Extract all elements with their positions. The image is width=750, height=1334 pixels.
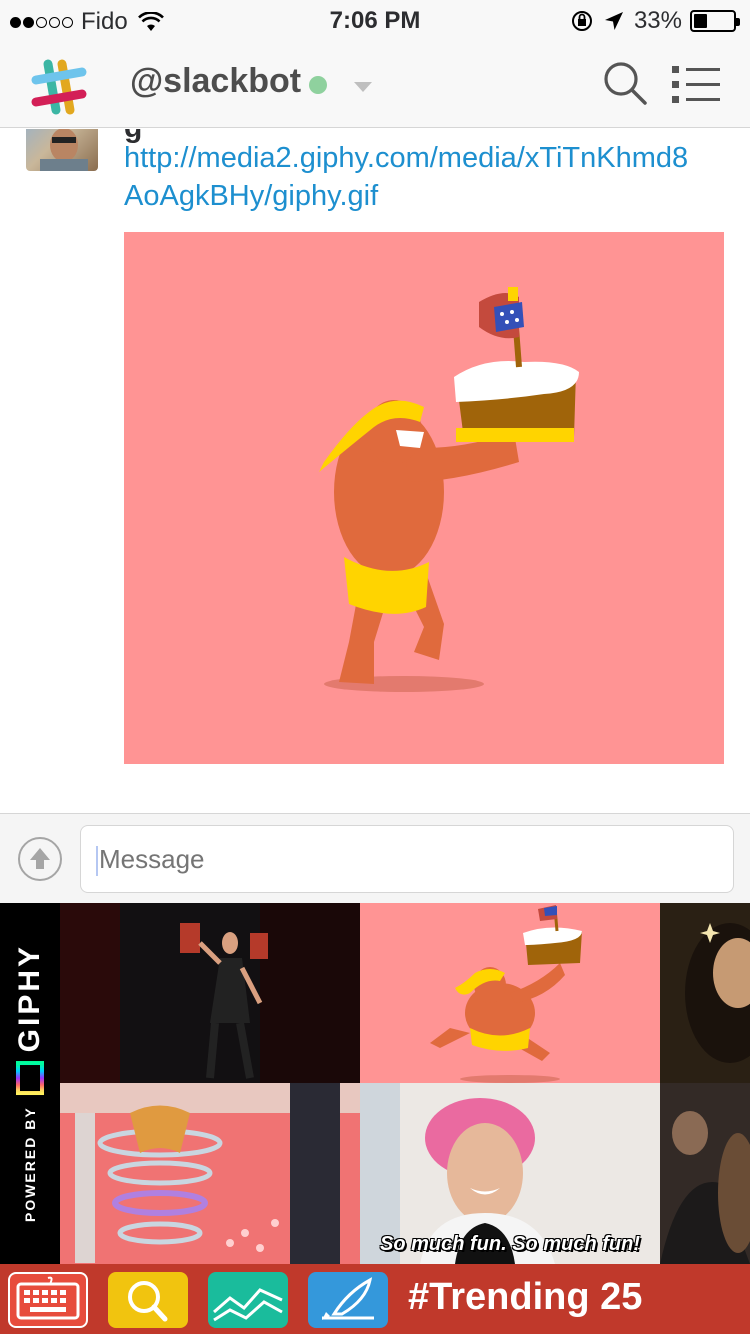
chevron-down-icon[interactable]: [354, 82, 372, 92]
text-cursor: [96, 846, 98, 876]
pink-hair-woman-gif[interactable]: So much fun. So much fun!: [360, 1083, 660, 1264]
keyboard-icon: [16, 1276, 80, 1320]
channel-header: @slackbot: [0, 40, 750, 128]
status-right: 33%: [570, 7, 740, 35]
dancing-man-gif[interactable]: [60, 903, 360, 1083]
compose-button[interactable]: [308, 1272, 388, 1328]
giphy-keyboard: POWERED BY GIPHY So much fun. So much fu…: [0, 903, 750, 1264]
trending-label: #Trending 25: [408, 1276, 643, 1318]
message-list[interactable]: g http://media2.giphy.com/media/xTiTnKhm…: [0, 129, 750, 813]
battery-fill: [694, 14, 707, 28]
status-bar: Fido 7:06 PM 33%: [0, 0, 750, 40]
presence-indicator-icon: [309, 76, 327, 94]
search-gif-button[interactable]: [108, 1272, 188, 1328]
search-icon[interactable]: [602, 60, 648, 106]
search-icon: [128, 1281, 168, 1322]
powered-by-label: POWERED BY: [22, 1106, 38, 1223]
spinning-tornado-gif[interactable]: [60, 1083, 360, 1264]
message-link[interactable]: http://media2.giphy.com/media/xTiTnKhmd8…: [124, 139, 704, 215]
giphy-brand: GIPHY: [13, 943, 46, 1053]
battery-icon: [690, 10, 740, 32]
partial-gif-bottom-right[interactable]: [660, 1083, 750, 1264]
partial-gif-top-right[interactable]: [660, 903, 750, 1083]
giphy-toolbar: #Trending 25: [0, 1264, 750, 1334]
channel-title[interactable]: @slackbot: [130, 62, 301, 101]
compose-icon: [322, 1277, 374, 1320]
upload-button[interactable]: [18, 837, 62, 881]
message-input[interactable]: [80, 825, 734, 893]
cake-runner-illustration: [124, 232, 724, 764]
cake-runner-gif[interactable]: [360, 903, 660, 1083]
powered-by-giphy: POWERED BY GIPHY: [13, 944, 47, 1222]
location-arrow-icon: [604, 12, 623, 30]
keyboard-button[interactable]: [8, 1272, 88, 1328]
rotation-lock-icon: [571, 11, 592, 31]
arrow-up-icon: [30, 848, 50, 869]
message-gif[interactable]: [124, 232, 724, 764]
list-icon[interactable]: [672, 64, 720, 104]
powered-by-strip: POWERED BY GIPHY: [0, 903, 60, 1264]
trending-chart-icon: [213, 1288, 283, 1322]
giphy-logo-icon: [16, 1061, 44, 1096]
message-composer: [0, 813, 750, 903]
gif-caption: So much fun. So much fun!: [380, 1233, 640, 1255]
battery-percent: 33%: [633, 7, 682, 34]
slack-logo-icon[interactable]: [30, 58, 88, 116]
avatar[interactable]: [26, 129, 98, 171]
trending-button[interactable]: [208, 1272, 288, 1328]
